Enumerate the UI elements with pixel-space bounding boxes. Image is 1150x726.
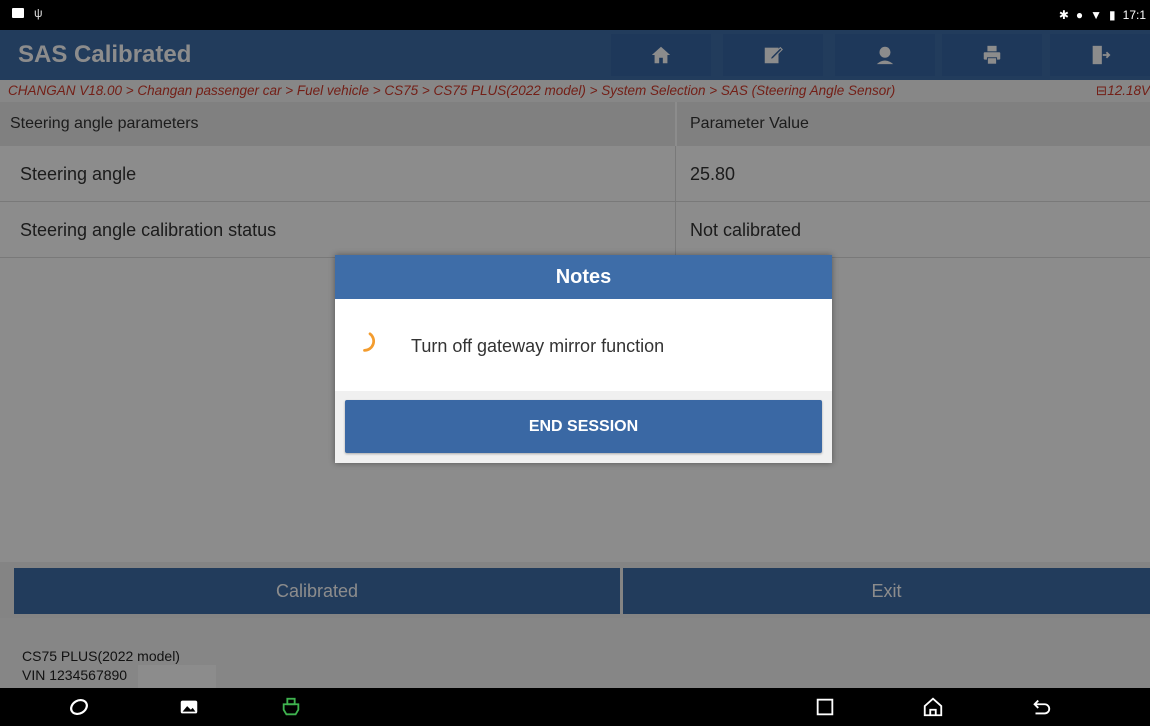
dialog-title: Notes <box>335 255 832 299</box>
wifi-icon: ▼ <box>1090 8 1103 22</box>
recent-apps-icon[interactable] <box>814 696 836 718</box>
gallery-icon[interactable] <box>178 696 200 718</box>
dnd-icon: ● <box>1075 8 1084 22</box>
home-nav-icon[interactable] <box>922 696 944 718</box>
bluetooth-icon: ✱ <box>1058 8 1069 22</box>
dialog-message: Turn off gateway mirror function <box>411 336 665 356</box>
usb-icon: ψ <box>34 6 43 20</box>
browser-icon[interactable] <box>68 696 90 718</box>
back-icon[interactable] <box>1030 696 1052 718</box>
notes-dialog: Notes Turn off gateway mirror function E… <box>335 255 832 463</box>
system-nav-bar <box>0 688 1150 726</box>
status-bar: ψ ✱ ● ▼ ▮ 17:1 <box>0 0 1150 30</box>
dialog-body: Turn off gateway mirror function <box>335 299 832 391</box>
clock: 17:1 <box>1122 8 1146 22</box>
battery-icon: ▮ <box>1109 8 1116 22</box>
loading-spinner-icon <box>363 332 376 352</box>
gallery-notification-icon <box>12 8 24 18</box>
end-session-button[interactable]: END SESSION <box>345 400 822 453</box>
vci-connector-icon[interactable] <box>280 696 302 718</box>
